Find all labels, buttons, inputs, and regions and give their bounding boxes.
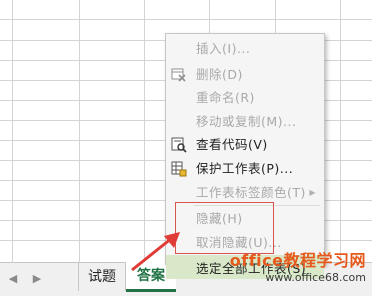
menu-insert-label: 插入(I)...	[196, 41, 251, 56]
menu-tab-color-label: 工作表标签颜色(T)	[196, 185, 306, 200]
submenu-arrow-icon: ▶	[309, 188, 316, 197]
menu-insert[interactable]: 插入(I)...	[166, 37, 324, 60]
menu-rename-label: 重命名(R)	[196, 90, 255, 105]
menu-delete-label: 删除(D)	[196, 67, 243, 82]
prev-sheet-icon[interactable]: ◀	[6, 272, 20, 285]
menu-rename[interactable]: 重命名(R)	[166, 86, 324, 109]
menu-view-code[interactable]: 查看代码(V)	[166, 133, 324, 156]
next-sheet-icon[interactable]: ▶	[30, 272, 44, 285]
grid-line	[0, 19, 372, 20]
annotation-arrow-icon	[131, 232, 180, 272]
menu-move-copy-label: 移动或复制(M)...	[196, 114, 297, 129]
sheet-tab-test[interactable]: 试题	[78, 263, 126, 291]
menu-delete[interactable]: 删除(D)	[166, 63, 324, 86]
watermark-url: www.office68.com	[265, 271, 366, 284]
menu-view-code-label: 查看代码(V)	[196, 137, 268, 152]
view-code-icon	[171, 137, 187, 153]
menu-tab-color[interactable]: 工作表标签颜色(T) ▶	[166, 181, 324, 204]
delete-sheet-icon	[171, 67, 187, 83]
menu-move-copy[interactable]: 移动或复制(M)...	[166, 110, 324, 133]
protect-sheet-icon	[171, 161, 187, 177]
watermark-title: office教程学习网	[229, 251, 366, 270]
menu-protect-sheet-label: 保护工作表(P)...	[196, 161, 294, 176]
menu-protect-sheet[interactable]: 保护工作表(P)...	[166, 157, 324, 180]
